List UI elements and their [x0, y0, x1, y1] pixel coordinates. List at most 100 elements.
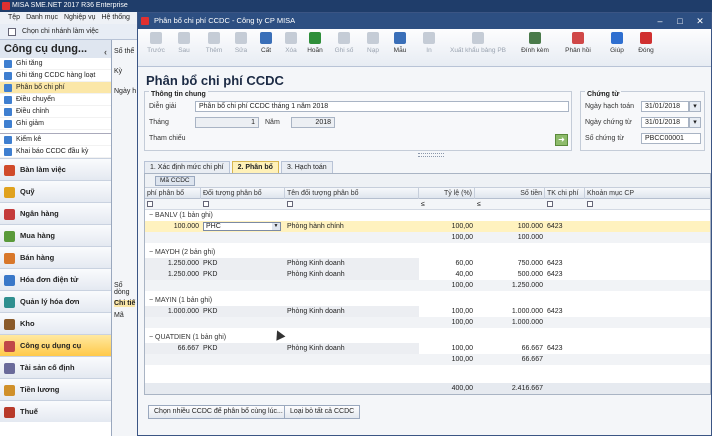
account-cell[interactable]: 6423 [545, 343, 585, 354]
amount-cell[interactable]: 750.000 [475, 258, 545, 269]
filter-operator-icon[interactable] [287, 201, 293, 208]
sidebar-module[interactable]: Bàn làm việc [0, 158, 111, 180]
filter-operator-icon[interactable] [203, 201, 209, 208]
choose-branch-button[interactable]: Chọn chi nhánh làm việc [0, 24, 140, 40]
group-header[interactable]: − MAYDH (2 bản ghi) [147, 247, 347, 258]
close-icon[interactable]: ✕ [693, 13, 707, 29]
filter-operator-cell[interactable]: ≤ [475, 199, 545, 210]
so-chung-tu-input[interactable]: PBCC00001 [641, 133, 701, 144]
sidebar-sub-item[interactable]: Phân bổ chi phí [0, 82, 111, 94]
sidebar-module[interactable]: Tài sản cố định [0, 356, 111, 378]
amount-cell[interactable]: 500.000 [475, 269, 545, 280]
ratio-cell[interactable]: 100,00 [419, 306, 475, 317]
filter-cell[interactable] [145, 199, 201, 210]
column-header[interactable]: TK chi phí [545, 188, 585, 199]
sidebar-module[interactable]: Ngân hàng [0, 202, 111, 224]
toolbar-button[interactable]: Trước [142, 32, 170, 54]
filter-cell[interactable] [285, 199, 419, 210]
toolbar-button[interactable]: Nạp [360, 32, 386, 54]
maximize-icon[interactable]: □ [673, 13, 687, 29]
menu-he-thong[interactable]: Hệ thống [102, 12, 130, 24]
expense-item-cell[interactable] [585, 306, 710, 317]
sidebar-module[interactable]: Công cụ dụng cụ [0, 334, 111, 356]
toolbar-button[interactable]: Mẫu [386, 32, 414, 54]
column-header[interactable]: Khoản mục CP [585, 188, 710, 199]
toolbar-button[interactable]: Đính kèm [516, 32, 554, 54]
sidebar-module[interactable]: Hóa đơn điện tử [0, 268, 111, 290]
sidebar-module[interactable]: Mua hàng [0, 224, 111, 246]
sidebar-module[interactable]: Quản lý hóa đơn [0, 290, 111, 312]
filter-operator-cell[interactable]: ≤ [419, 199, 475, 210]
reference-attach-icon[interactable]: ➜ [555, 134, 568, 146]
group-header[interactable]: − MAYIN (1 bản ghi) [147, 295, 347, 306]
sidebar-module[interactable]: Tiền lương [0, 378, 111, 400]
ratio-cell[interactable]: 40,00 [419, 269, 475, 280]
column-header[interactable]: phí phân bổ [145, 188, 201, 199]
sidebar-sub-item[interactable]: Ghi tăng CCDC hàng loạt [0, 70, 111, 82]
sidebar-module[interactable]: Thuế [0, 400, 111, 422]
tab-3[interactable]: 3. Hạch toán [280, 161, 333, 173]
toolbar-button[interactable]: Hoãn [301, 32, 329, 54]
tab-2[interactable]: 2. Phân bổ [231, 161, 279, 173]
nam-input[interactable]: 2018 [291, 117, 335, 128]
expense-item-cell[interactable] [585, 343, 710, 354]
account-cell[interactable]: 6423 [545, 269, 585, 280]
panel-splitter[interactable] [418, 153, 444, 157]
ngay-hach-toan-input[interactable]: 31/01/2018 [641, 101, 689, 112]
object-combobox[interactable]: PHC ▼ [203, 222, 281, 231]
filter-operator-icon[interactable] [147, 201, 153, 208]
toolbar-button[interactable]: Đóng [632, 32, 660, 54]
ngay-chung-tu-input[interactable]: 31/01/2018 [641, 117, 689, 128]
ratio-cell[interactable]: 100,00 [419, 343, 475, 354]
expense-item-cell[interactable] [585, 221, 710, 232]
expense-item-cell[interactable] [585, 258, 710, 269]
column-header[interactable]: Tên đối tượng phân bổ [285, 188, 419, 199]
column-header[interactable]: Số tiền [475, 188, 545, 199]
filter-cell[interactable] [545, 199, 585, 210]
filter-cell[interactable] [585, 199, 710, 210]
choose-multiple-ccdc-button[interactable]: Chọn nhiều CCDC để phân bổ cùng lúc... [148, 405, 289, 419]
object-cell[interactable]: PHC ▼ [201, 221, 285, 232]
toolbar-button[interactable]: In [416, 32, 442, 54]
object-cell[interactable]: PKD [201, 258, 285, 269]
tab-1[interactable]: 1. Xác định mức chi phí [144, 161, 230, 173]
toolbar-button[interactable]: Giúp [604, 32, 630, 54]
ratio-cell[interactable]: 60,00 [419, 258, 475, 269]
object-cell[interactable]: PKD [201, 343, 285, 354]
account-cell[interactable]: 6423 [545, 306, 585, 317]
sidebar-sub-item[interactable]: Kiểm kê [0, 134, 111, 146]
menu-tep[interactable]: Tệp [8, 12, 20, 24]
minimize-icon[interactable]: – [653, 13, 667, 29]
menu-nghiep-vu[interactable]: Nghiệp vụ [64, 12, 96, 24]
sidebar-sub-item[interactable]: Khai báo CCDC đầu kỳ [0, 146, 111, 158]
toolbar-button[interactable]: Cất [253, 32, 279, 54]
amount-cell[interactable]: 100.000 [475, 221, 545, 232]
column-header[interactable]: Đối tượng phân bổ [201, 188, 285, 199]
account-cell[interactable]: 6423 [545, 221, 585, 232]
group-header[interactable]: − BANLV (1 bản ghi) [147, 210, 347, 221]
chi-tiet-tab[interactable]: Chi tiế [114, 300, 136, 307]
sidebar-sub-item[interactable]: Điều chỉnh [0, 106, 111, 118]
thang-input[interactable]: 1 [195, 117, 259, 128]
dien-giai-input[interactable]: Phân bổ chi phí CCDC tháng 1 năm 2018 [195, 101, 569, 112]
sidebar-module[interactable]: Quỹ [0, 180, 111, 202]
sidebar-sub-item[interactable]: Điều chuyển [0, 94, 111, 106]
group-chip-ma-ccdc[interactable]: Mã CCDC [155, 176, 195, 186]
menu-danh-muc[interactable]: Danh mục [26, 12, 58, 24]
object-cell[interactable]: PKD [201, 269, 285, 280]
toolbar-button[interactable]: Xuất khẩu bảng PB [446, 32, 510, 54]
group-header[interactable]: − QUATDIEN (1 bản ghi) [147, 332, 347, 343]
amount-cell[interactable]: 1.000.000 [475, 306, 545, 317]
expense-item-cell[interactable] [585, 269, 710, 280]
sidebar-sub-item[interactable]: Ghi giảm [0, 118, 111, 130]
filter-operator-icon[interactable] [587, 201, 593, 208]
account-cell[interactable]: 6423 [545, 258, 585, 269]
column-header[interactable]: Tỷ lệ (%) [419, 188, 475, 199]
dropdown-arrow-icon[interactable]: ▼ [272, 223, 280, 230]
sidebar-module[interactable]: Kho [0, 312, 111, 334]
remove-all-ccdc-button[interactable]: Loại bỏ tất cả CCDC [284, 405, 361, 419]
filter-cell[interactable] [201, 199, 285, 210]
amount-cell[interactable]: 66.667 [475, 343, 545, 354]
toolbar-button[interactable]: Sau [170, 32, 198, 54]
toolbar-button[interactable]: Thêm [200, 32, 228, 54]
